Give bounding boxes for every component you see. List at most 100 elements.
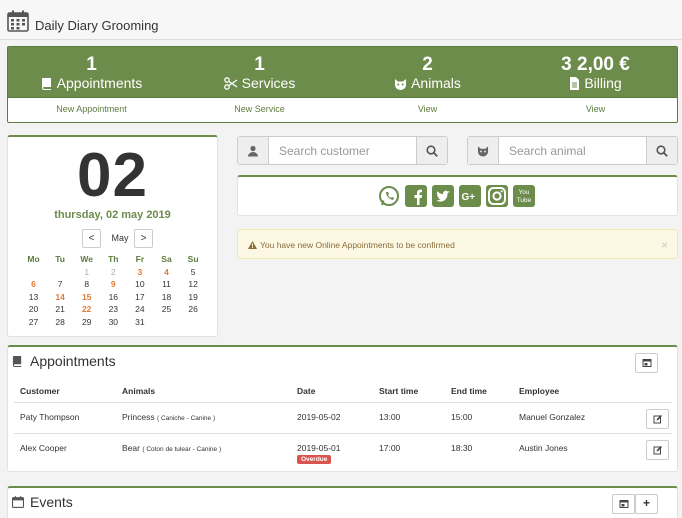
alert-close-button[interactable]: × (661, 238, 668, 252)
stat-appointments[interactable]: 1 Appointments (8, 47, 175, 98)
appointments-expand-button[interactable] (635, 353, 658, 373)
weekday-label: Tu (55, 254, 65, 264)
stat-services-value: 1 (254, 54, 265, 75)
calendar-day[interactable]: 4 (153, 267, 180, 277)
calendar-day[interactable]: 7 (47, 279, 74, 289)
calendar-day[interactable]: 27 (20, 317, 47, 327)
youtube-icon: YouTube (517, 189, 532, 204)
row-animal: Princess ( Caniche - Canine ) (122, 412, 215, 422)
calendar-day[interactable]: 9 (100, 279, 127, 289)
book-icon (12, 355, 22, 367)
weekday-label: Th (108, 254, 119, 264)
row-employee: Austin Jones (519, 443, 568, 453)
weekday-label: Su (187, 254, 199, 264)
stat-services[interactable]: 1 Services (176, 47, 343, 98)
animal-search (467, 136, 678, 165)
row-animal-name: Bear (122, 443, 140, 453)
google-plus-link[interactable]: G+ (459, 185, 481, 207)
view-billing-link[interactable]: View (512, 104, 677, 114)
calendar-day[interactable]: 23 (100, 304, 127, 314)
weekday-label: Mo (27, 254, 40, 264)
calendar-week: 20 21 22 23 24 25 26 (20, 304, 210, 317)
search-animal-input[interactable] (499, 137, 646, 164)
svg-text:Tube: Tube (517, 197, 532, 204)
stat-appointments-label: Appointments (56, 75, 143, 91)
calendar-day[interactable]: 8 (73, 279, 100, 289)
whatsapp-link[interactable] (378, 185, 400, 207)
overdue-badge: Overdue (297, 455, 332, 464)
calendar-day[interactable]: 26 (180, 304, 207, 314)
whatsapp-icon (379, 186, 399, 206)
instagram-link[interactable] (486, 185, 508, 207)
calendar-day[interactable]: 6 (20, 279, 47, 289)
col-end-time: End time (451, 386, 487, 396)
twitter-link[interactable] (432, 185, 454, 207)
events-expand-button[interactable] (612, 494, 635, 514)
add-event-button[interactable]: + (635, 494, 658, 514)
calendar-day[interactable]: 22 (73, 304, 100, 314)
search-customer-button[interactable] (416, 137, 447, 164)
facebook-link[interactable] (405, 185, 427, 207)
table-row[interactable]: Alex Cooper Bear ( Coton de tulear - Can… (14, 434, 672, 467)
edit-appointment-button[interactable] (646, 409, 669, 429)
stat-billing[interactable]: 3 2,00 € Billing (512, 47, 677, 98)
calendar-day[interactable]: 21 (47, 304, 74, 314)
weekday-label: Sa (161, 254, 172, 264)
view-animals-link[interactable]: View (344, 104, 511, 114)
calendar-day[interactable]: 19 (180, 292, 207, 302)
google-plus-icon: G+ (462, 192, 476, 203)
edit-icon (653, 415, 662, 424)
calendar-week: 6 7 8 9 10 11 12 (20, 279, 210, 292)
calendar-day[interactable]: 5 (180, 267, 207, 277)
calendar-card: 02 thursday, 02 may 2019 < May > Mo Tu We T… (7, 135, 218, 337)
row-start: 17:00 (379, 443, 401, 453)
calendar-day[interactable]: 14 (47, 292, 74, 302)
calendar-day[interactable]: 12 (180, 279, 207, 289)
table-row[interactable]: Paty Thompson Princess ( Caniche - Canin… (14, 403, 672, 434)
calendar-day[interactable]: 10 (126, 279, 153, 289)
social-links: G+ You Tube (237, 175, 678, 216)
calendar-day[interactable]: 31 (126, 317, 153, 327)
new-appointment-link[interactable]: New Appointment (8, 104, 175, 114)
youtube-link[interactable]: You Tube (513, 185, 535, 207)
edit-appointment-button[interactable] (646, 440, 669, 460)
next-month-button[interactable]: > (134, 229, 153, 248)
facebook-icon (414, 189, 423, 205)
twitter-icon (436, 190, 450, 202)
col-start-time: Start time (379, 386, 419, 396)
online-appointments-alert: You have new Online Appointments to be c… (237, 229, 678, 259)
calendar-day[interactable]: 25 (153, 304, 180, 314)
calendar-day[interactable]: 17 (126, 292, 153, 302)
calendar-day[interactable]: 28 (47, 317, 74, 327)
search-icon (426, 144, 438, 157)
user-icon (248, 145, 258, 156)
calendar-week: 12345 (20, 267, 210, 280)
window-icon (619, 500, 628, 508)
calendar-day[interactable]: 2 (100, 267, 127, 277)
search-animal-button[interactable] (646, 137, 677, 164)
calendar-day[interactable]: 29 (73, 317, 100, 327)
calendar-day[interactable]: 1 (73, 267, 100, 277)
animal-addon (468, 137, 499, 164)
calendar-day[interactable]: 11 (153, 279, 180, 289)
stat-services-label: Services (241, 75, 296, 91)
month-label: May (111, 233, 129, 243)
search-customer-input[interactable] (269, 137, 416, 164)
calendar-day[interactable]: 16 (100, 292, 127, 302)
calendar-day[interactable]: 15 (73, 292, 100, 302)
calendar-day[interactable]: 13 (20, 292, 47, 302)
prev-month-button[interactable]: < (82, 229, 101, 248)
calendar-day[interactable]: 20 (20, 304, 47, 314)
stat-animals[interactable]: 2 Animals (344, 47, 511, 98)
page-title: Daily Diary Grooming (35, 18, 159, 33)
warning-icon (248, 241, 257, 249)
cat-icon (477, 145, 489, 156)
calendar-day[interactable]: 24 (126, 304, 153, 314)
calendar-day[interactable]: 18 (153, 292, 180, 302)
new-service-link[interactable]: New Service (176, 104, 343, 114)
current-date: thursday, 02 may 2019 (54, 209, 171, 221)
stat-animals-value: 2 (422, 54, 433, 75)
row-date: 2019-05-02 (297, 412, 341, 422)
calendar-day[interactable]: 3 (126, 267, 153, 277)
calendar-day[interactable]: 30 (100, 317, 127, 327)
